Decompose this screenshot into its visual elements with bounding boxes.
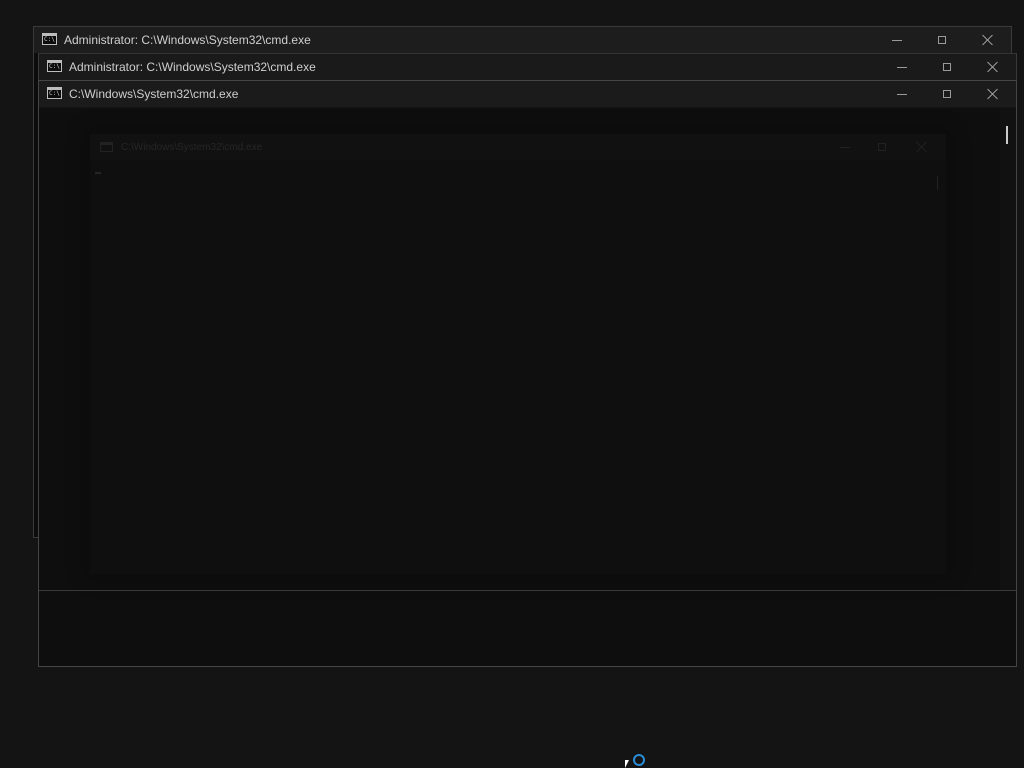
close-icon <box>916 141 928 153</box>
console-lower-pane <box>39 590 1016 666</box>
scrollbar-thumb <box>937 176 938 190</box>
title-bar[interactable]: C:\ C:\Windows\System32\cmd.exe <box>39 81 1016 108</box>
busy-cursor-icon <box>624 752 645 768</box>
close-icon <box>987 61 999 73</box>
window-title: Administrator: C:\Windows\System32\cmd.e… <box>64 33 311 47</box>
maximize-icon <box>878 143 886 151</box>
maximize-icon <box>938 36 946 44</box>
close-icon <box>982 34 994 46</box>
close-button <box>899 134 945 160</box>
loading-spinner-icon <box>633 754 645 766</box>
title-bar[interactable]: C:\ Administrator: C:\Windows\System32\c… <box>39 54 1016 80</box>
minimize-icon <box>897 66 907 68</box>
minimize-button[interactable] <box>879 54 925 80</box>
window-title: C:\Windows\System32\cmd.exe <box>121 142 263 153</box>
desktop: C:\ Administrator: C:\Windows\System32\c… <box>0 0 1024 768</box>
close-button[interactable] <box>965 27 1011 53</box>
close-button[interactable] <box>970 54 1016 80</box>
title-bar[interactable]: C:\ Administrator: C:\Windows\System32\c… <box>34 27 1011 53</box>
minimize-icon <box>892 39 902 41</box>
minimize-button[interactable] <box>874 27 920 53</box>
maximize-icon <box>943 90 951 98</box>
maximize-button[interactable] <box>924 81 970 107</box>
window-title: C:\Windows\System32\cmd.exe <box>69 87 239 101</box>
title-bar: C:\Windows\System32\cmd.exe <box>90 134 946 160</box>
minimize-icon <box>840 146 850 148</box>
scrollbar-thumb[interactable] <box>1006 126 1008 144</box>
cmd-icon <box>100 142 113 152</box>
close-button[interactable] <box>970 81 1016 107</box>
minimize-button[interactable] <box>879 81 925 107</box>
fading-cmd-window: C:\Windows\System32\cmd.exe <box>90 134 946 574</box>
maximize-button[interactable] <box>919 27 965 53</box>
text-cursor <box>95 172 101 174</box>
maximize-icon <box>943 63 951 71</box>
close-icon <box>987 88 999 100</box>
cmd-icon: C:\ <box>47 87 62 99</box>
window-title: Administrator: C:\Windows\System32\cmd.e… <box>69 60 316 74</box>
minimize-icon <box>897 93 907 95</box>
vertical-scrollbar[interactable] <box>1000 108 1016 590</box>
maximize-button[interactable] <box>924 54 970 80</box>
cmd-icon: C:\ <box>42 33 57 45</box>
cmd-icon: C:\ <box>47 60 62 72</box>
arrow-cursor-icon <box>625 760 629 768</box>
